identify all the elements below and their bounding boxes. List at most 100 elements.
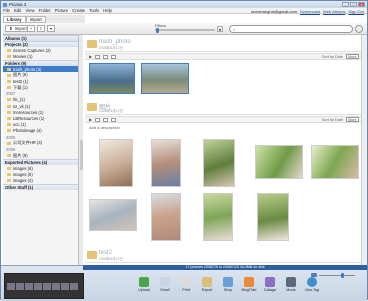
sidebar-item-label: Screen Captures (2) [13,47,51,53]
tray-thumbnail[interactable] [7,282,15,290]
zoom-icon [311,273,317,277]
upload-icon[interactable] [111,117,117,122]
search-input[interactable]: ⌕ [229,25,353,33]
tray-thumbnail[interactable] [25,282,33,290]
geotag-button[interactable]: Geo-Tag [304,277,320,292]
photo-tray[interactable] [4,273,84,299]
menu-folder[interactable]: Folder [39,8,51,13]
more-button[interactable]: More [346,117,359,122]
sort-by-link[interactable]: Sort by Date [322,118,343,122]
album-header[interactable]: trash_photo 2008年8月12日 [85,38,361,52]
tray-thumbnail[interactable] [61,282,69,290]
tab-import[interactable]: Import [25,15,46,23]
sidebar-item-label: Innresources (1) [13,109,44,115]
edit-icon[interactable] [103,54,109,59]
sidebar-item-label: 2007 [6,91,16,97]
tray-thumbnail[interactable] [70,282,78,290]
album-date: 2008年8月12日 [99,257,124,261]
maximize-button[interactable]: □ [350,2,357,7]
photo-thumbnail[interactable] [89,199,137,231]
play-icon[interactable]: ▶ [89,54,92,59]
collage-button[interactable]: Collage [262,277,278,292]
photo-thumbnail[interactable] [151,193,181,241]
sidebar-item-label: hk_(1) [13,97,25,103]
photo-thumbnail[interactable] [89,63,135,94]
album-description[interactable]: Add a description [89,125,120,130]
zoom-knob[interactable] [341,272,344,278]
photo-library: trash_photo 2008年8月12日 ▶ Sort by Date Mo… [85,35,361,265]
collage-icon [265,277,275,287]
folder-icon [7,104,11,108]
tray-thumbnail[interactable] [16,282,24,290]
minimize-button[interactable]: – [342,2,349,7]
folder-icon [7,79,11,83]
sidebar-item-label: test2 (1) [13,78,29,84]
filter-slider-knob[interactable] [156,27,159,33]
collapse-icon[interactable]: ≡ [37,25,45,32]
photo-thumbnail[interactable] [203,193,233,241]
folder-icon [7,110,11,114]
tray-thumbnail[interactable] [34,282,42,290]
folder-icon [7,123,11,127]
share-icon[interactable] [95,117,101,122]
menu-view[interactable]: View [25,8,34,13]
sidebar-item-label: Other Stuff (1) [5,184,34,190]
photo-thumbnail[interactable] [203,139,235,187]
photo-thumbnail[interactable] [141,63,189,94]
upload-icon[interactable] [111,54,117,59]
menu-file[interactable]: File [3,8,10,13]
sidebar-item-label: images (6) [13,171,33,177]
folder-icon [87,103,97,111]
photo-thumbnail[interactable] [257,193,289,241]
album-header[interactable]: 图片 2008年8月12日 [85,101,361,115]
tray-thumbnail[interactable] [52,282,60,290]
zoom-slider[interactable] [311,272,361,278]
web-albums-link[interactable]: Web Albums [323,9,345,14]
email-button[interactable]: Email [157,277,173,292]
menu-picture[interactable]: Picture [55,8,68,13]
export-button[interactable]: Export [199,277,215,292]
photo-thumbnail[interactable] [255,145,303,179]
folder-icon [7,55,11,59]
tab-library[interactable]: Library [3,15,26,23]
album-header[interactable]: test2 2008年8月12日 [85,249,361,263]
clear-search-icon[interactable] [355,25,363,33]
menu-create[interactable]: Create [72,8,85,13]
shop-button[interactable]: Shop [220,277,236,292]
photo-thumbnail[interactable] [311,145,359,179]
sort-by-link[interactable]: Sort by Date [322,55,343,59]
close-button[interactable]: × [358,2,365,7]
folder-icon [7,154,11,158]
tray-thumbnail[interactable] [43,282,51,290]
upload-button[interactable]: Upload [136,277,152,292]
sidebar-item-label: trash_photo (3) [13,66,42,72]
photo-thumbnail[interactable] [99,139,133,187]
main-scrollbar[interactable] [361,35,367,265]
filter-slider[interactable] [155,27,215,33]
menu-tools[interactable]: Tools [89,8,99,13]
album-toolbar: ▶ Sort by Date More [85,53,361,60]
title-bar: Picasa 3 – □ × [1,1,367,8]
movie-button[interactable]: Movie [283,277,299,292]
zoom-track[interactable] [319,274,355,276]
add-folder-icon[interactable]: + [27,25,35,32]
share-icon[interactable] [95,54,101,59]
photo-thumbnail[interactable] [151,139,181,187]
sign-out-link[interactable]: Sign Out [348,9,364,14]
star-filter-icon[interactable]: ★ [217,26,223,32]
album-date: 2008年8月12日 [99,46,124,50]
sort-icon[interactable]: ▾ [47,25,55,32]
screencast-link[interactable]: Screencast [300,9,320,14]
sidebar-item-label: 2005 [6,146,16,152]
print-button[interactable]: Print [178,277,194,292]
print-icon [181,277,191,287]
menu-edit[interactable]: Edit [14,8,21,13]
more-button[interactable]: More [346,54,359,59]
sidebar-category[interactable]: Other Stuff (1) [3,183,78,190]
sidebar-scrollbar[interactable] [79,35,83,265]
play-icon[interactable]: ▶ [89,117,92,122]
sidebar-scroll-thumb[interactable] [79,140,83,170]
edit-icon[interactable] [103,117,109,122]
blogthis-button[interactable]: BlogThis! [241,277,257,292]
menu-help[interactable]: Help [103,8,112,13]
